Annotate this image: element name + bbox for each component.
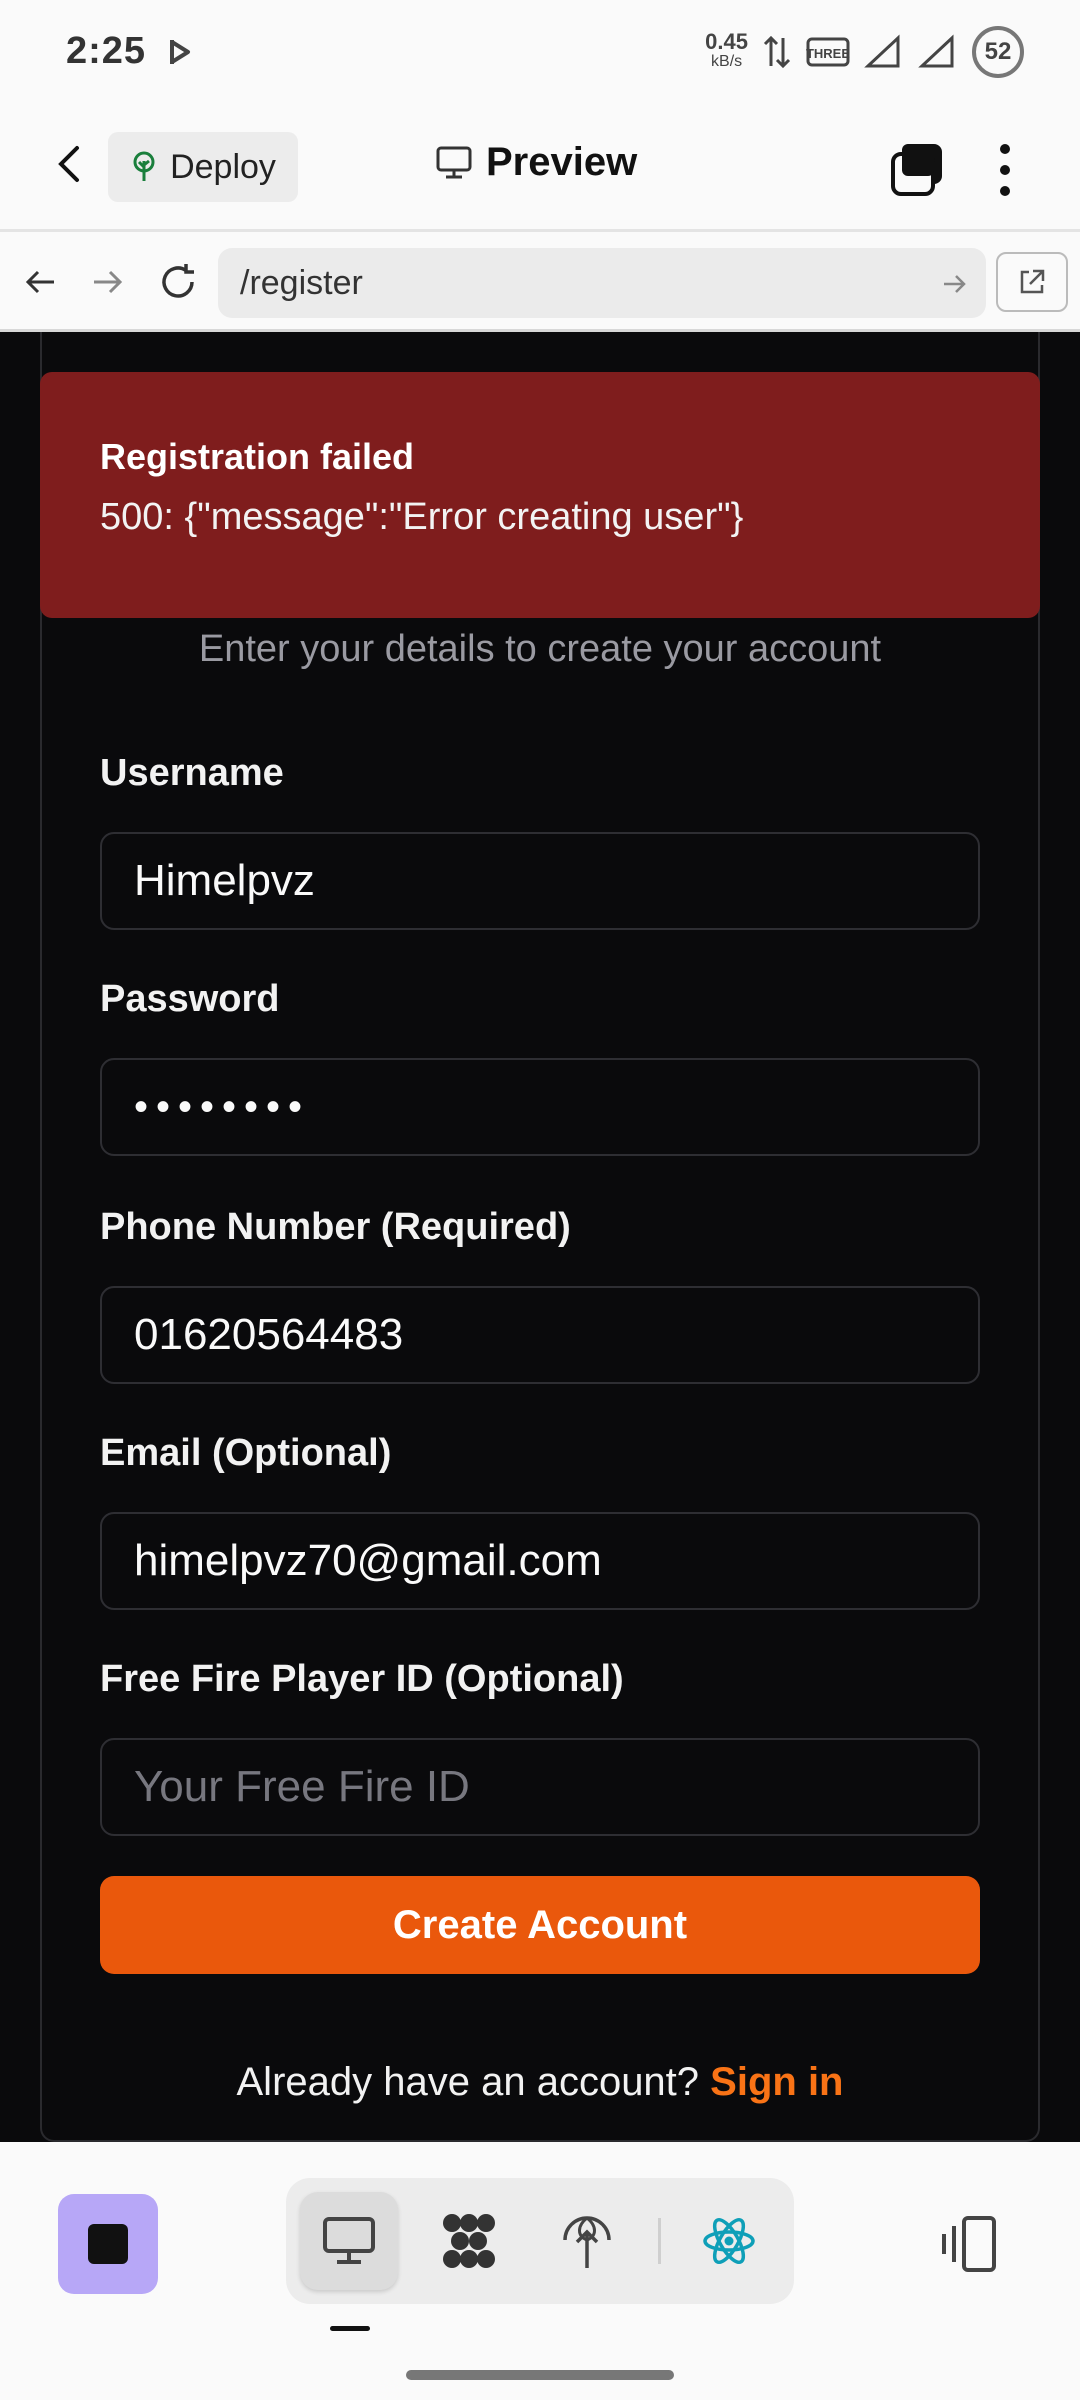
panel-toggle-icon[interactable] [938, 2212, 1002, 2276]
data-transfer-icon [763, 35, 791, 69]
arrow-right-icon [94, 270, 123, 294]
deploy-tree-icon [133, 151, 155, 181]
url-path: /register [240, 263, 363, 302]
toast-message: 500: {"message":"Error creating user"} [100, 496, 744, 538]
app-header: Deploy Preview [0, 104, 1080, 232]
password-input[interactable]: •••••••• [100, 1058, 980, 1156]
error-toast[interactable]: Registration failed 500: {"message":"Err… [40, 372, 1040, 618]
battery-icon: 52 [972, 26, 1024, 78]
switcher-divider [658, 2218, 661, 2264]
url-bar: /register [0, 232, 1080, 332]
components-button[interactable] [420, 2192, 518, 2290]
network-globe-icon [563, 2216, 611, 2268]
open-external-button[interactable] [996, 252, 1068, 312]
nav-back-button[interactable] [12, 254, 68, 310]
username-input[interactable]: Himelpvz [100, 832, 980, 930]
net-speed: 0.45 kB/s [705, 29, 748, 71]
signal-icon-1 [864, 34, 900, 68]
email-label: Email (Optional) [100, 1432, 392, 1474]
web-preview: Registration failed 500: {"message":"Err… [0, 332, 1080, 2142]
email-input[interactable]: himelpvz70@gmail.com [100, 1512, 980, 1610]
go-arrow-icon[interactable] [940, 266, 970, 302]
phone-label: Phone Number (Required) [100, 1206, 571, 1248]
page-title: Preview [486, 140, 638, 184]
deploy-label: Deploy [170, 147, 276, 186]
status-time: 2:25 [66, 30, 147, 72]
phone-input[interactable]: 01620564483 [100, 1286, 980, 1384]
desktop-view-button[interactable] [300, 2192, 398, 2290]
signin-row: Already have an account? Sign in [0, 2060, 1080, 2105]
arrow-left-icon [25, 270, 54, 294]
active-tab-indicator [330, 2326, 370, 2331]
more-options-button[interactable] [980, 140, 1030, 200]
home-indicator[interactable] [406, 2370, 674, 2380]
tabs-icon[interactable] [888, 140, 948, 200]
chevron-left-icon [58, 146, 79, 182]
view-switcher [286, 2178, 794, 2304]
signal-icon-2 [918, 34, 954, 68]
carrier-icon: THREE [806, 37, 850, 67]
url-input[interactable]: /register [218, 248, 986, 318]
signin-prompt: Already have an account? [236, 2060, 700, 2104]
reload-icon [162, 264, 194, 298]
monitor-icon [436, 146, 472, 178]
toast-title: Registration failed [100, 436, 415, 477]
preview-title: Preview [436, 140, 637, 185]
external-link-icon [1020, 269, 1045, 294]
password-label: Password [100, 978, 280, 1020]
components-icon [443, 2214, 495, 2268]
signin-link[interactable]: Sign in [710, 2060, 843, 2104]
notification-icon [170, 40, 190, 64]
freefire-id-input[interactable]: Your Free Fire ID [100, 1738, 980, 1836]
bottom-toolbar [0, 2142, 1080, 2400]
freefire-id-label: Free Fire Player ID (Optional) [100, 1658, 624, 1700]
nav-forward-button[interactable] [80, 254, 136, 310]
desktop-icon [323, 2217, 375, 2264]
username-label: Username [100, 752, 284, 794]
react-button[interactable] [680, 2192, 778, 2290]
status-bar: 2:25 0.45 kB/s THREE 52 [0, 0, 1080, 104]
create-account-button[interactable]: Create Account [100, 1876, 980, 1974]
svg-text:THREE: THREE [806, 46, 850, 61]
react-icon [703, 2217, 755, 2265]
network-button[interactable] [538, 2192, 636, 2290]
stop-button[interactable] [58, 2194, 158, 2294]
deploy-button[interactable]: Deploy [108, 132, 298, 202]
form-subtitle: Enter your details to create your accoun… [198, 628, 882, 670]
back-button[interactable] [40, 134, 100, 194]
reload-button[interactable] [150, 254, 206, 310]
stop-icon [88, 2224, 128, 2264]
